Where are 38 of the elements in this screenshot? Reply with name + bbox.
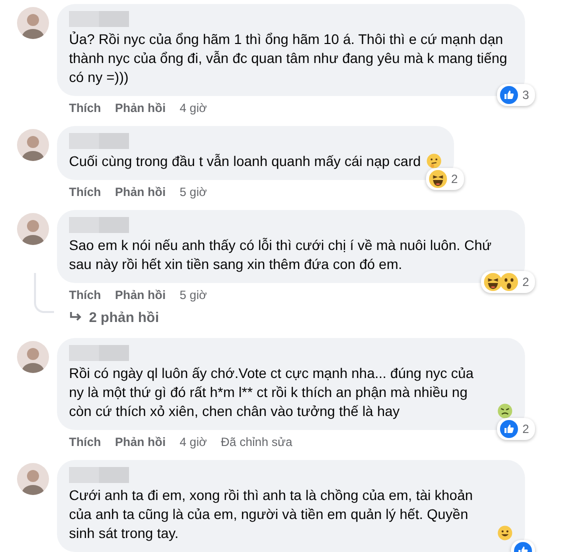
reply-link[interactable]: Phản hồi [115, 287, 166, 303]
comment-text: Cưới anh ta đi em, xong rồi thì anh ta là chồng của em, tài khoản của anh ta cũng là của em, người và tiền em quản lý hết. Quyền sinh sát trong tay. [69, 486, 474, 543]
reply-link[interactable]: Phản hồi [115, 184, 166, 200]
reply-link[interactable]: Phản hồi [115, 100, 166, 116]
comment-text: Ủa? Rồi nyc của ổng hãm 1 thì ổng hãm 10 á. Thôi thì e cứ mạnh dạn thành nyc của ổng đi, vẫn đc quan tâm như đang yêu mà k mang tiếng có ny =))) [69, 30, 508, 87]
comment-text: Cuối cùng trong đầu t vẫn loanh quanh mấy cái nạp card [69, 152, 421, 171]
timestamp: 5 giờ [180, 287, 207, 303]
edited-label: Đã chỉnh sửa [220, 434, 292, 450]
thread-line [34, 273, 54, 313]
comment-text: Rồi có ngày ql luôn ấy chớ.Vote ct cực mạnh nha... đúng nyc của ny là một thứ gì đó rất h*m l** ct rồi k thích an phận mà nhiều ng còn cứ thích xỏ xiên, chen chân vào tưởng thế là hay [69, 364, 475, 421]
thinking-face-icon [426, 153, 442, 169]
surprised-face-icon [500, 273, 518, 291]
reaction-badge[interactable]: 2 [497, 418, 535, 440]
reaction-badge[interactable]: 2 [426, 168, 464, 190]
blurred-name [69, 11, 129, 27]
like-link[interactable]: Thích [69, 434, 101, 450]
reply-link[interactable]: Phản hồi [115, 434, 166, 450]
reply-arrow-icon [69, 311, 83, 323]
blurred-name [69, 467, 129, 483]
timestamp: 4 giờ [180, 434, 207, 450]
like-icon [500, 420, 518, 438]
like-link[interactable]: Thích [69, 287, 101, 303]
reaction-badge[interactable]: 3 [497, 84, 535, 106]
view-replies-link[interactable]: 2 phản hồi [69, 309, 159, 325]
blurred-name [69, 217, 129, 233]
laughing-face-icon [429, 170, 448, 188]
like-icon [500, 86, 518, 104]
blurred-name [69, 345, 129, 361]
like-link[interactable]: Thích [69, 100, 101, 116]
like-link[interactable]: Thích [69, 184, 101, 200]
smiling-face-icon [497, 525, 513, 541]
sick-face-icon [497, 403, 513, 419]
timestamp: 5 giờ [180, 184, 207, 200]
reaction-badge[interactable]: 2 [481, 271, 535, 293]
timestamp: 4 giờ [180, 100, 207, 116]
comment-text: Sao em k nói nếu anh thấy có lỗi thì cưới chị í về mà nuôi luôn. Chứ sau này rồi hết xin tiền sang xin thêm đứa con đó em. [69, 236, 492, 274]
blurred-name [69, 133, 129, 149]
laughing-face-icon [484, 273, 502, 291]
